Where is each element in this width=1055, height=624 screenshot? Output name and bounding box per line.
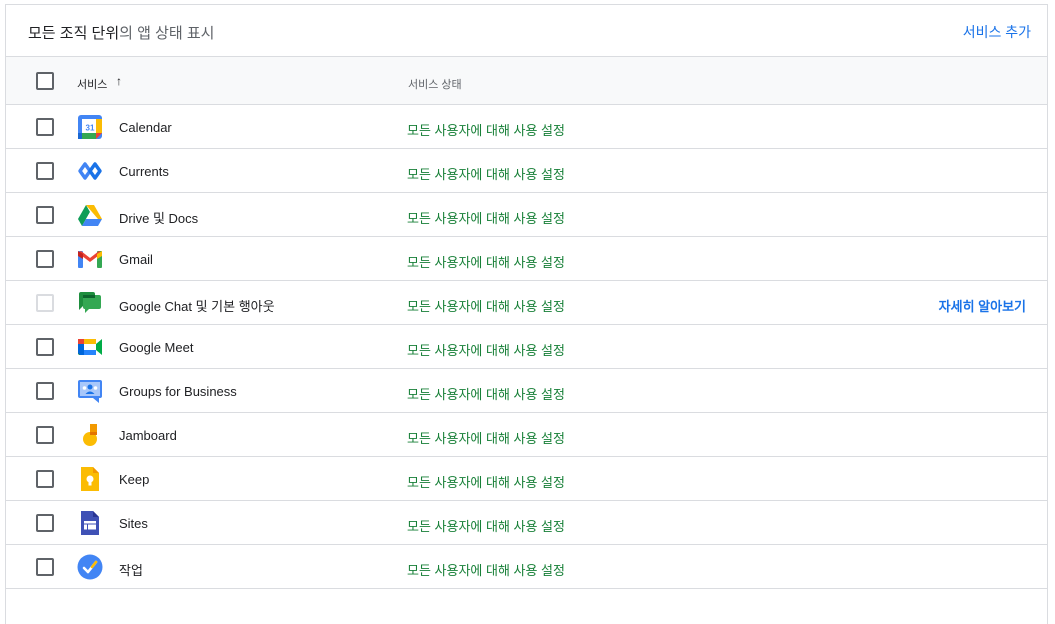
google-keep-icon: [81, 467, 99, 491]
table-row[interactable]: Keep 모든 사용자에 대해 사용 설정: [6, 457, 1047, 501]
gmail-icon: [78, 251, 102, 268]
service-status: 모든 사용자에 대해 사용 설정: [407, 475, 565, 490]
table-row[interactable]: Groups for Business 모든 사용자에 대해 사용 설정: [6, 369, 1047, 413]
table-row[interactable]: Google Chat 및 기본 행아웃 모든 사용자에 대해 사용 설정 자세…: [6, 281, 1047, 325]
select-all-checkbox[interactable]: [36, 72, 54, 90]
table-row[interactable]: Jamboard 모든 사용자에 대해 사용 설정: [6, 413, 1047, 457]
table-header: 서비스 ↑ 서비스 상태: [6, 57, 1047, 105]
service-name[interactable]: Currents: [119, 164, 169, 179]
table-row[interactable]: Google Meet 모든 사용자에 대해 사용 설정: [6, 325, 1047, 369]
service-status: 모든 사용자에 대해 사용 설정: [407, 387, 565, 402]
app-status-panel: 모든 조직 단위의 앱 상태 표시 서비스 추가 서비스 ↑ 서비스 상태 31…: [5, 4, 1048, 624]
table-row[interactable]: Currents 모든 사용자에 대해 사용 설정: [6, 149, 1047, 193]
service-status: 모든 사용자에 대해 사용 설정: [407, 123, 565, 138]
column-header-status: 서비스 상태: [408, 79, 462, 91]
row-checkbox[interactable]: [36, 118, 54, 136]
google-calendar-icon: 31: [78, 115, 102, 139]
service-name[interactable]: Sites: [119, 516, 148, 531]
row-checkbox[interactable]: [36, 382, 54, 400]
service-name[interactable]: Google Meet: [119, 340, 193, 355]
service-name[interactable]: Gmail: [119, 252, 153, 267]
service-status: 모든 사용자에 대해 사용 설정: [407, 211, 565, 226]
google-groups-icon: [78, 380, 102, 403]
google-sites-icon: [81, 511, 99, 535]
google-currents-icon: [78, 162, 102, 180]
svg-text:31: 31: [86, 124, 95, 133]
add-service-link[interactable]: 서비스 추가: [963, 22, 1031, 42]
service-status: 모든 사용자에 대해 사용 설정: [407, 299, 565, 314]
page-title: 모든 조직 단위의 앱 상태 표시: [28, 22, 214, 43]
service-name[interactable]: Google Chat 및 기본 행아웃: [119, 296, 275, 315]
google-meet-icon: [78, 339, 102, 355]
service-name[interactable]: Calendar: [119, 120, 172, 135]
service-name[interactable]: Groups for Business: [119, 384, 237, 399]
table-row[interactable]: Gmail 모든 사용자에 대해 사용 설정: [6, 237, 1047, 281]
service-status: 모든 사용자에 대해 사용 설정: [407, 519, 565, 534]
service-status: 모든 사용자에 대해 사용 설정: [407, 343, 565, 358]
service-status: 모든 사용자에 대해 사용 설정: [407, 563, 565, 578]
table-row[interactable]: 31 Calendar 모든 사용자에 대해 사용 설정: [6, 105, 1047, 149]
service-name[interactable]: Keep: [119, 472, 149, 487]
row-checkbox[interactable]: [36, 338, 54, 356]
row-checkbox[interactable]: [36, 250, 54, 268]
title-suffix: 의 앱 상태 표시: [119, 25, 215, 42]
jamboard-icon: [83, 424, 97, 446]
row-checkbox-disabled: [36, 294, 54, 312]
title-org-unit: 모든 조직 단위: [28, 25, 120, 42]
row-checkbox[interactable]: [36, 426, 54, 444]
row-checkbox[interactable]: [36, 206, 54, 224]
row-checkbox[interactable]: [36, 470, 54, 488]
table-row[interactable]: Sites 모든 사용자에 대해 사용 설정: [6, 501, 1047, 545]
service-name[interactable]: 작업: [119, 560, 143, 579]
row-checkbox[interactable]: [36, 558, 54, 576]
sort-ascending-icon[interactable]: ↑: [116, 74, 122, 88]
google-drive-icon: [78, 205, 102, 226]
row-checkbox[interactable]: [36, 514, 54, 532]
google-tasks-icon: [77, 554, 103, 580]
panel-header: 모든 조직 단위의 앱 상태 표시 서비스 추가: [6, 5, 1047, 57]
column-header-service[interactable]: 서비스: [77, 76, 107, 92]
google-chat-icon: [79, 292, 101, 313]
service-name[interactable]: Jamboard: [119, 428, 177, 443]
service-status: 모든 사용자에 대해 사용 설정: [407, 167, 565, 182]
table-row[interactable]: Drive 및 Docs 모든 사용자에 대해 사용 설정: [6, 193, 1047, 237]
learn-more-link[interactable]: 자세히 알아보기: [939, 296, 1026, 315]
service-name[interactable]: Drive 및 Docs: [119, 208, 198, 227]
table-row[interactable]: 작업 모든 사용자에 대해 사용 설정: [6, 545, 1047, 589]
service-status: 모든 사용자에 대해 사용 설정: [407, 255, 565, 270]
row-checkbox[interactable]: [36, 162, 54, 180]
service-status: 모든 사용자에 대해 사용 설정: [407, 431, 565, 446]
